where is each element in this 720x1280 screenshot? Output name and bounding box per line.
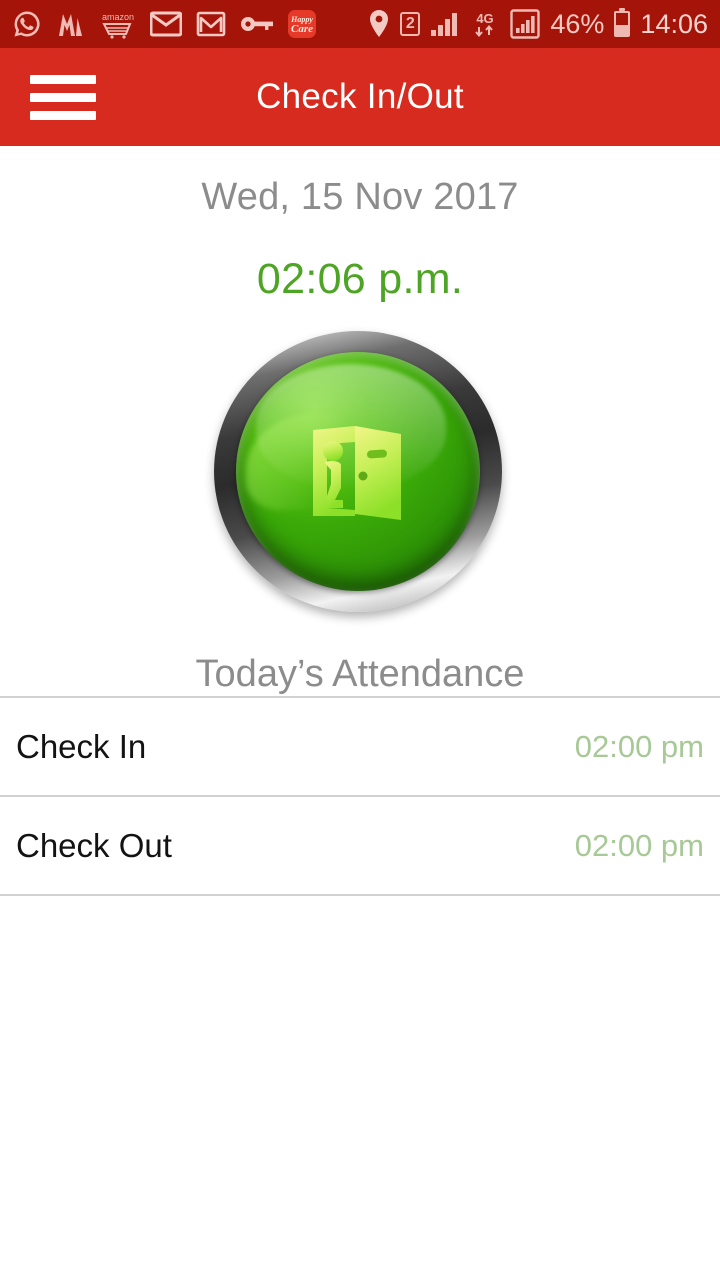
svg-text:amazon: amazon [102,12,134,22]
data-signal-icon [510,9,541,39]
signal-bars-icon [430,11,460,37]
network-type-icon: 4G [470,10,500,38]
button-green-dome [236,352,480,591]
whatsapp-icon [12,9,42,39]
check-out-label: Check Out [16,826,172,864]
app-bar: Check In/Out [0,48,720,146]
battery-icon [614,8,631,37]
page-title: Check In/Out [256,77,464,116]
status-bar-clock: 14:06 [640,8,708,39]
person-exit-door-icon [313,425,401,520]
sim-indicator: 2 [400,12,421,36]
app-screen: amazon Happy Care 2 4G 46% 14:06 Check I… [0,0,720,1280]
main-content: Wed, 15 Nov 2017 02:06 p.m. Today’s Atte… [0,146,720,896]
check-out-time: 02:00 pm [574,827,704,863]
battery-percent-label: 46% [550,8,605,39]
button-metal-bezel [214,331,502,612]
svg-text:Care: Care [291,23,313,35]
status-bar-notifications: amazon Happy Care [12,9,316,39]
mail-icon [150,11,182,37]
status-bar-system: 2 4G 46% 14:06 [368,8,708,39]
divider-bottom [0,894,720,896]
table-row[interactable]: Check Out 02:00 pm [0,797,720,894]
happy-care-icon: Happy Care [288,10,316,38]
check-in-time: 02:00 pm [574,728,704,764]
location-pin-icon [368,9,390,39]
check-in-out-button[interactable] [214,331,506,623]
table-row[interactable]: Check In 02:00 pm [0,698,720,795]
key-icon [240,14,274,34]
status-bar: amazon Happy Care 2 4G 46% 14:06 [0,0,720,48]
attendance-section-title: Today’s Attendance [195,653,525,695]
hamburger-menu-icon[interactable] [30,67,102,127]
myntra-icon [56,10,86,38]
check-in-label: Check In [16,727,147,765]
current-time-label: 02:06 p.m. [256,255,464,303]
gmail-icon [196,10,226,38]
current-date-label: Wed, 15 Nov 2017 [201,176,519,218]
svg-text:4G: 4G [477,11,494,26]
amazon-icon: amazon [100,9,136,39]
